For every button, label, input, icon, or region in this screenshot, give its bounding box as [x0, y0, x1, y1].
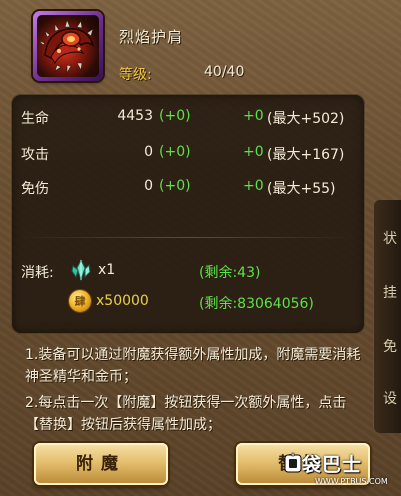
- stat-row-hp: 生命 4453 (+0) +0 (最大+502): [11, 108, 365, 128]
- stat-value: 4453: [117, 108, 153, 124]
- gold-remaining: (剩余:83064056): [199, 296, 314, 312]
- side-tab-hang[interactable]: 挂: [383, 282, 397, 302]
- stat-name: 免伤: [21, 181, 49, 197]
- crystal-remaining: (剩余:43): [199, 265, 261, 281]
- level-label: 等级:: [119, 67, 152, 83]
- stat-max: (最大+55): [267, 181, 336, 197]
- crystal-shard-icon: [69, 258, 93, 282]
- side-tab-settings[interactable]: 设: [383, 388, 397, 408]
- side-tab-free[interactable]: 免: [383, 336, 397, 356]
- note-1: 1.装备可以通过附魔获得额外属性加成，附魔需要消耗神圣精华和金币；: [25, 347, 361, 385]
- note-2: 2.每点击一次【附魔】按钮获得一次额外属性，点击【替换】按钮后获得属性加成；: [25, 395, 347, 433]
- stat-row-defense: 免伤 0 (+0) +0 (最大+55): [11, 178, 365, 198]
- stat-max: (最大+167): [267, 147, 345, 163]
- stat-value: 0: [144, 178, 153, 194]
- stat-extra: +0: [243, 108, 264, 124]
- gold-quantity: x50000: [96, 293, 149, 309]
- item-name: 烈焰护肩: [119, 28, 184, 46]
- cost-label: 消耗:: [21, 265, 54, 281]
- enchant-button[interactable]: 附魔: [34, 443, 168, 485]
- stat-bonus: (+0): [159, 144, 191, 160]
- side-tabs: 状 挂 免 设: [373, 200, 401, 433]
- stat-row-attack: 攻击 0 (+0) +0 (最大+167): [11, 144, 365, 164]
- stat-max: (最大+502): [267, 111, 345, 127]
- stat-name: 攻击: [21, 147, 49, 163]
- gold-coin-icon: 肆: [69, 290, 91, 312]
- side-tab-status[interactable]: 状: [383, 228, 397, 248]
- stats-panel: 生命 4453 (+0) +0 (最大+502) 攻击 0 (+0) +0 (最…: [11, 94, 365, 334]
- watermark-logo-icon: [284, 452, 302, 474]
- watermark-url: WWW.PTBUS.COM: [315, 477, 388, 486]
- crystal-quantity: x1: [98, 262, 116, 278]
- watermark-text: 袋巴士: [302, 454, 363, 476]
- item-icon-frame[interactable]: [33, 11, 103, 81]
- coin-glyph: 肆: [74, 295, 86, 308]
- shoulder-armor-icon: [37, 15, 99, 77]
- stat-extra: +0: [243, 144, 264, 160]
- stat-bonus: (+0): [159, 178, 191, 194]
- level-value: 40/40: [204, 64, 245, 80]
- stat-extra: +0: [243, 178, 264, 194]
- stat-value: 0: [144, 144, 153, 160]
- stat-name: 生命: [21, 111, 49, 127]
- panel-divider: [19, 237, 357, 238]
- stat-bonus: (+0): [159, 108, 191, 124]
